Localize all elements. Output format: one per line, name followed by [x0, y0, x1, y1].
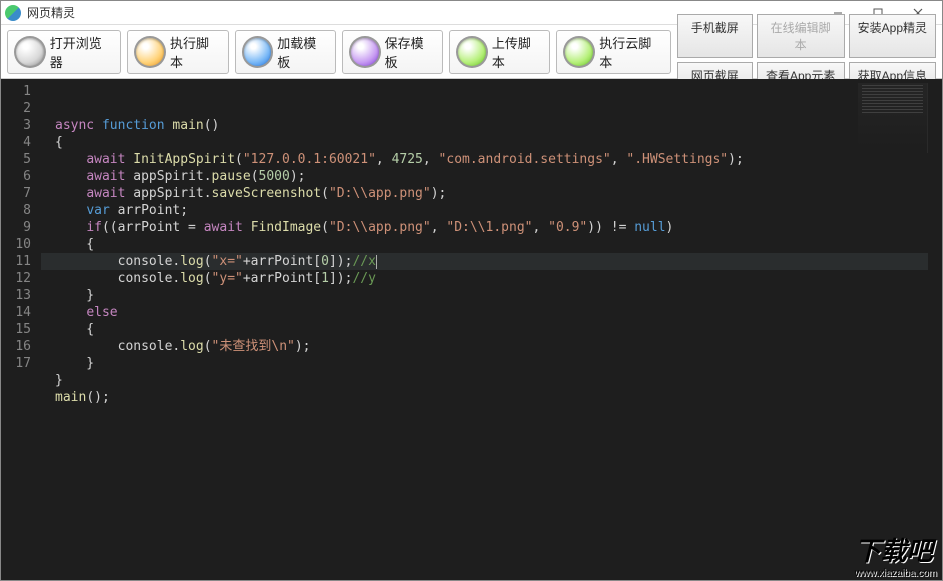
code-line[interactable]: async function main() — [41, 117, 942, 134]
code-line[interactable]: main(); — [41, 389, 942, 406]
toolbar-label: 打开浏览器 — [50, 33, 114, 71]
code-area[interactable]: async function main(){ await InitAppSpir… — [41, 79, 942, 580]
code-line[interactable]: console.log("x="+arrPoint[0]);//x — [41, 253, 942, 270]
load-template-button[interactable]: 加载模板 — [235, 30, 336, 74]
app-logo-icon — [5, 5, 21, 21]
run-cloud-button[interactable]: 执行云脚本 — [556, 30, 670, 74]
toolbar-label: 加载模板 — [277, 33, 329, 71]
cursor-icon — [376, 255, 377, 269]
toolbar-label: 执行脚本 — [170, 33, 222, 71]
toolbar-label: 执行云脚本 — [599, 33, 663, 71]
orb-icon — [14, 36, 46, 68]
main-toolbar: 打开浏览器执行脚本加载模板保存模板上传脚本执行云脚本 手机截屏在线编辑脚本安装A… — [1, 25, 942, 79]
code-line[interactable]: else — [41, 304, 942, 321]
code-line[interactable]: } — [41, 287, 942, 304]
upload-script-button[interactable]: 上传脚本 — [449, 30, 550, 74]
code-line[interactable]: { — [41, 236, 942, 253]
vertical-scrollbar[interactable] — [928, 79, 942, 580]
code-line[interactable]: if((arrPoint = await FindImage("D:\\app.… — [41, 219, 942, 236]
orb-icon — [563, 36, 595, 68]
code-line[interactable]: { — [41, 321, 942, 338]
online-edit-button: 在线编辑脚本 — [757, 14, 845, 58]
phone-screenshot-button[interactable]: 手机截屏 — [677, 14, 753, 58]
code-line[interactable]: console.log("未查找到\n"); — [41, 338, 942, 355]
code-editor[interactable]: 1234567891011121314151617 async function… — [1, 79, 942, 580]
orb-icon — [242, 36, 274, 68]
code-line[interactable]: { — [41, 134, 942, 151]
orb-icon — [349, 36, 381, 68]
open-browser-button[interactable]: 打开浏览器 — [7, 30, 121, 74]
code-line[interactable]: } — [41, 355, 942, 372]
code-line[interactable]: await InitAppSpirit("127.0.0.1:60021", 4… — [41, 151, 942, 168]
install-app-button[interactable]: 安装App精灵 — [849, 14, 936, 58]
run-script-button[interactable]: 执行脚本 — [127, 30, 228, 74]
orb-icon — [456, 36, 488, 68]
save-template-button[interactable]: 保存模板 — [342, 30, 443, 74]
toolbar-label: 保存模板 — [385, 33, 437, 71]
minimap[interactable] — [858, 83, 928, 153]
side-buttons: 手机截屏在线编辑脚本安装App精灵网页截屏查看App元素获取App信息 — [677, 14, 936, 89]
toolbar-label: 上传脚本 — [492, 33, 544, 71]
code-line[interactable]: await appSpirit.pause(5000); — [41, 168, 942, 185]
code-line[interactable]: } — [41, 372, 942, 389]
code-line[interactable]: var arrPoint; — [41, 202, 942, 219]
line-gutter: 1234567891011121314151617 — [1, 79, 41, 580]
orb-icon — [134, 36, 166, 68]
code-line[interactable]: await appSpirit.saveScreenshot("D:\\app.… — [41, 185, 942, 202]
code-line[interactable]: console.log("y="+arrPoint[1]);//y — [41, 270, 942, 287]
